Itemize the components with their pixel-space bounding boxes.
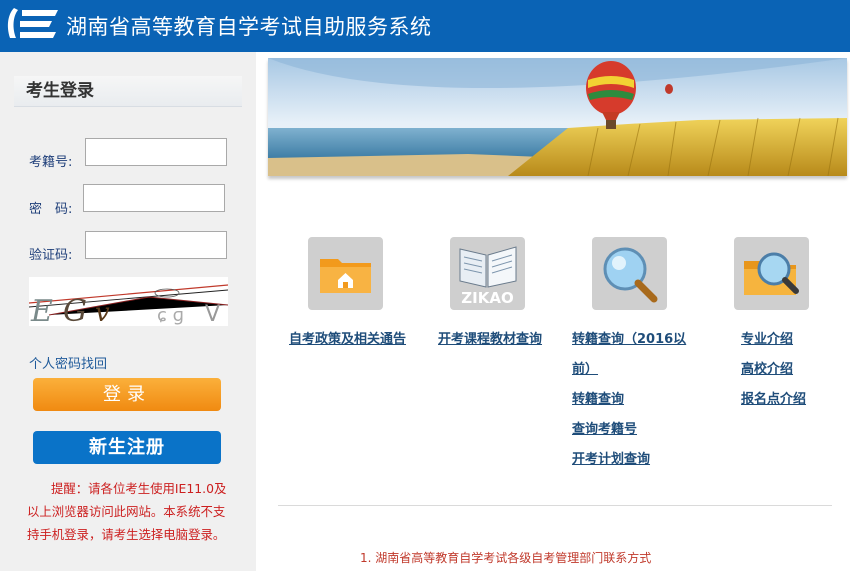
site-title: 湖南省高等教育自学考试自助服务系统 [66, 15, 432, 39]
plan-link[interactable]: 开考计划查询 [572, 448, 650, 467]
login-heading-bar: 考生登录 [14, 76, 242, 107]
major-link[interactable]: 专业介绍 [741, 328, 793, 347]
svg-text:ɕ ɡ: ɕ ɡ [157, 305, 184, 326]
transfer-pre2016-link[interactable]: 转籍查询（2016以 [572, 328, 686, 347]
captcha-image[interactable]: E G v ɕ ɡ V [29, 277, 228, 326]
transfer-link[interactable]: 转籍查询 [572, 388, 624, 407]
svg-text:ZIKAO: ZIKAO [461, 289, 513, 307]
svg-text:v: v [95, 298, 110, 326]
exam-no-input[interactable] [85, 138, 227, 166]
transfer-icon-tile[interactable] [592, 237, 667, 310]
captcha-label: 验证码: [29, 248, 73, 263]
contact-link[interactable]: 1. 湖南省高等教育自学考试各级自考管理部门联系方式 [360, 549, 651, 566]
book-icon: ZIKAO [459, 246, 517, 307]
textbook-link[interactable]: 开考课程教材查询 [438, 328, 542, 347]
site-header: 湖南省高等教育自学考试自助服务系统 [0, 0, 850, 52]
captcha-input[interactable] [85, 231, 227, 259]
exam-no-query-link[interactable]: 查询考籍号 [572, 418, 637, 437]
school-link[interactable]: 高校介绍 [741, 358, 793, 377]
password-label: 密 码: [29, 202, 73, 217]
password-input[interactable] [83, 184, 225, 212]
exam-no-label: 考籍号: [29, 155, 73, 170]
major-icon-tile[interactable] [734, 237, 809, 310]
browser-notice: 提醒：请各位考生使用IE11.0及以上浏览器访问此网站。本系统不支持手机登录，请… [27, 481, 227, 542]
transfer-pre2016-link-cont[interactable]: 前） [572, 358, 598, 377]
folder-search-icon [744, 252, 799, 295]
svg-text:G: G [63, 294, 87, 326]
policy-link[interactable]: 自考政策及相关通告 [289, 328, 406, 347]
banner-image [268, 58, 847, 176]
policy-icon-tile[interactable] [308, 237, 383, 310]
login-heading: 考生登录 [26, 81, 94, 101]
textbook-icon-tile[interactable]: ZIKAO [450, 237, 525, 310]
register-button[interactable]: 新生注册 [33, 431, 221, 464]
signup-link[interactable]: 报名点介绍 [741, 388, 806, 407]
logo-icon [7, 8, 58, 38]
folder-icon [320, 259, 371, 293]
svg-text:E: E [30, 294, 53, 326]
login-button[interactable]: 登录 [33, 378, 221, 411]
forgot-password-link[interactable]: 个人密码找回 [29, 353, 107, 372]
divider [278, 505, 832, 506]
svg-text:V: V [205, 302, 220, 326]
magnifier-icon [603, 247, 658, 303]
